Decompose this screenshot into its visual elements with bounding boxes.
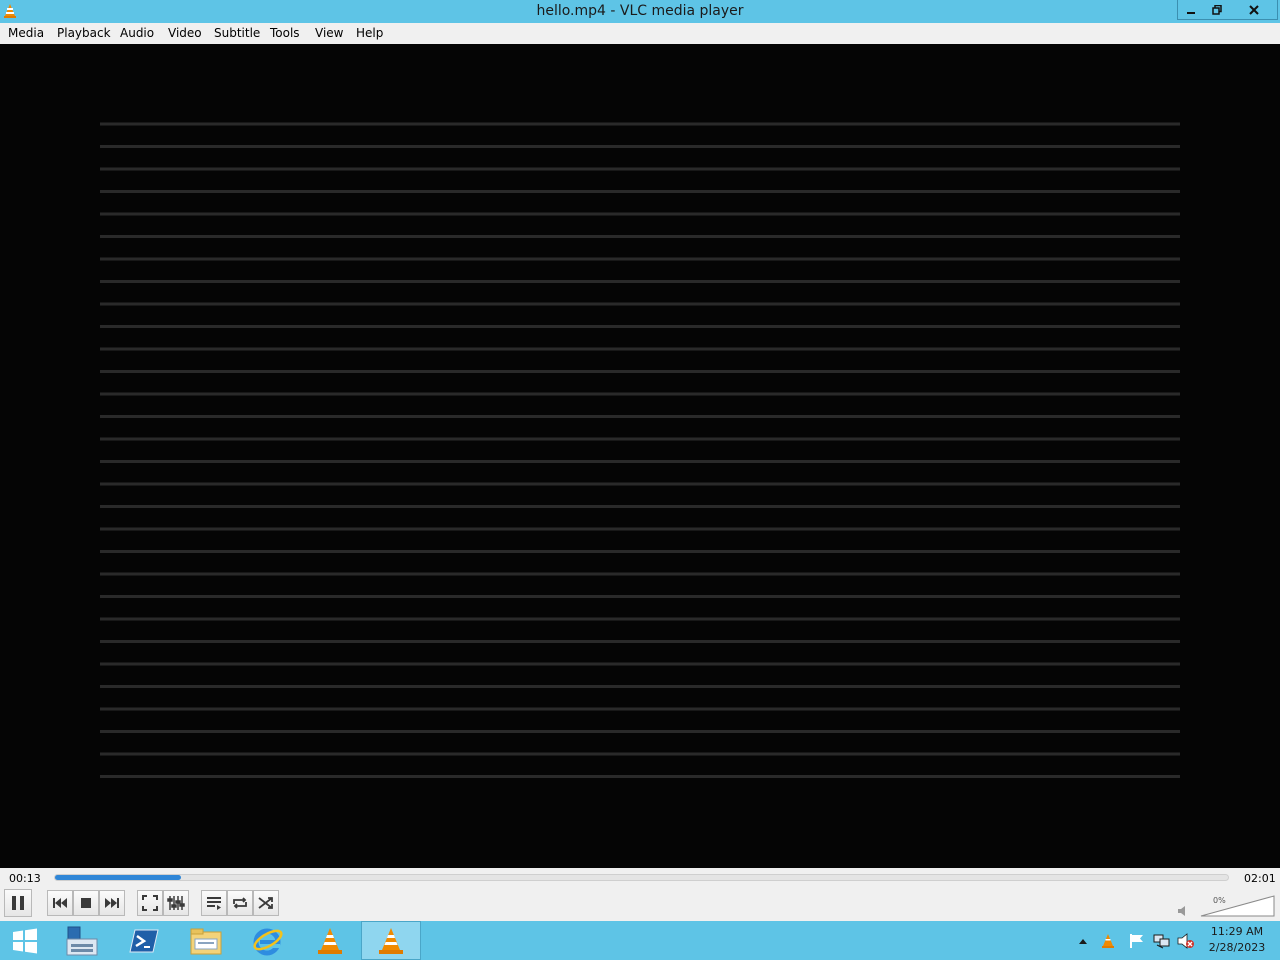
speaker-muted-icon xyxy=(1177,932,1194,949)
seek-bar[interactable] xyxy=(54,874,1229,881)
taskbar-vlc-2[interactable] xyxy=(361,921,421,960)
pause-icon xyxy=(12,896,24,910)
clock-date: 2/28/2023 xyxy=(1208,941,1266,954)
show-hidden-icons-button[interactable] xyxy=(1076,921,1090,960)
random-button[interactable] xyxy=(253,890,279,916)
clock-time: 11:29 AM xyxy=(1210,925,1264,938)
menu-view[interactable]: View xyxy=(315,26,343,40)
elapsed-time: 00:13 xyxy=(9,872,41,885)
windows-start-icon xyxy=(13,928,37,953)
loop-button[interactable] xyxy=(227,890,253,916)
internet-explorer-icon xyxy=(253,928,283,955)
menu-help[interactable]: Help xyxy=(356,26,383,40)
menu-playback[interactable]: Playback xyxy=(57,26,111,40)
window-title-bar[interactable]: hello.mp4 - VLC media player xyxy=(0,0,1280,23)
video-frame xyxy=(100,122,1180,778)
tray-vlc[interactable] xyxy=(1098,921,1118,960)
window-title: hello.mp4 - VLC media player xyxy=(536,3,744,19)
menu-audio[interactable]: Audio xyxy=(120,26,154,40)
menu-subtitle[interactable]: Subtitle xyxy=(214,26,260,40)
speaker-icon[interactable] xyxy=(1177,905,1189,917)
playback-controls: 00:13 02:01 0% xyxy=(0,868,1280,921)
total-duration: 02:01 xyxy=(1244,872,1276,885)
pause-button[interactable] xyxy=(4,889,32,917)
show-hidden-icons-arrow xyxy=(1079,938,1087,944)
menu-media[interactable]: Media xyxy=(8,26,44,40)
tray-volume[interactable] xyxy=(1175,921,1197,960)
server-manager-icon xyxy=(66,926,98,955)
playlist-icon xyxy=(207,897,221,910)
start-button[interactable] xyxy=(0,921,50,960)
vlc-tray-icon xyxy=(1102,933,1114,948)
powershell-icon xyxy=(129,929,159,952)
system-clock[interactable]: 11:29 AM 2/28/2023 xyxy=(1200,924,1274,956)
stop-button[interactable] xyxy=(73,890,99,916)
taskbar-internet-explorer[interactable] xyxy=(238,921,298,960)
previous-button[interactable] xyxy=(47,890,73,916)
playlist-button[interactable] xyxy=(201,890,227,916)
tray-action-center[interactable] xyxy=(1127,921,1147,960)
extended-settings-icon xyxy=(167,896,185,910)
tray-network[interactable] xyxy=(1151,921,1173,960)
volume-slider[interactable] xyxy=(1200,894,1276,918)
next-icon xyxy=(105,898,119,908)
video-display[interactable] xyxy=(0,44,1280,868)
extended-settings-button[interactable] xyxy=(163,890,189,916)
taskbar-file-explorer[interactable] xyxy=(176,921,236,960)
window-buttons-frame xyxy=(1177,0,1278,20)
taskbar: 11:29 AM 2/28/2023 xyxy=(0,921,1280,960)
seek-bar-progress xyxy=(55,875,181,880)
vlc-icon xyxy=(379,927,403,954)
stop-icon xyxy=(81,898,91,908)
action-center-flag-icon xyxy=(1130,933,1143,948)
vlc-icon xyxy=(318,927,342,954)
taskbar-server-manager[interactable] xyxy=(52,921,112,960)
random-icon xyxy=(258,897,273,909)
loop-icon xyxy=(233,897,247,909)
taskbar-vlc-1[interactable] xyxy=(300,921,360,960)
file-explorer-icon xyxy=(190,928,222,954)
menu-tools[interactable]: Tools xyxy=(270,26,300,40)
menu-video[interactable]: Video xyxy=(168,26,202,40)
fullscreen-button[interactable] xyxy=(137,890,163,916)
previous-icon xyxy=(53,898,67,908)
fullscreen-icon xyxy=(142,895,158,911)
menu-bar: Media Playback Audio Video Subtitle Tool… xyxy=(0,23,1280,44)
network-icon xyxy=(1153,934,1170,948)
next-button[interactable] xyxy=(99,890,125,916)
taskbar-powershell[interactable] xyxy=(114,921,174,960)
